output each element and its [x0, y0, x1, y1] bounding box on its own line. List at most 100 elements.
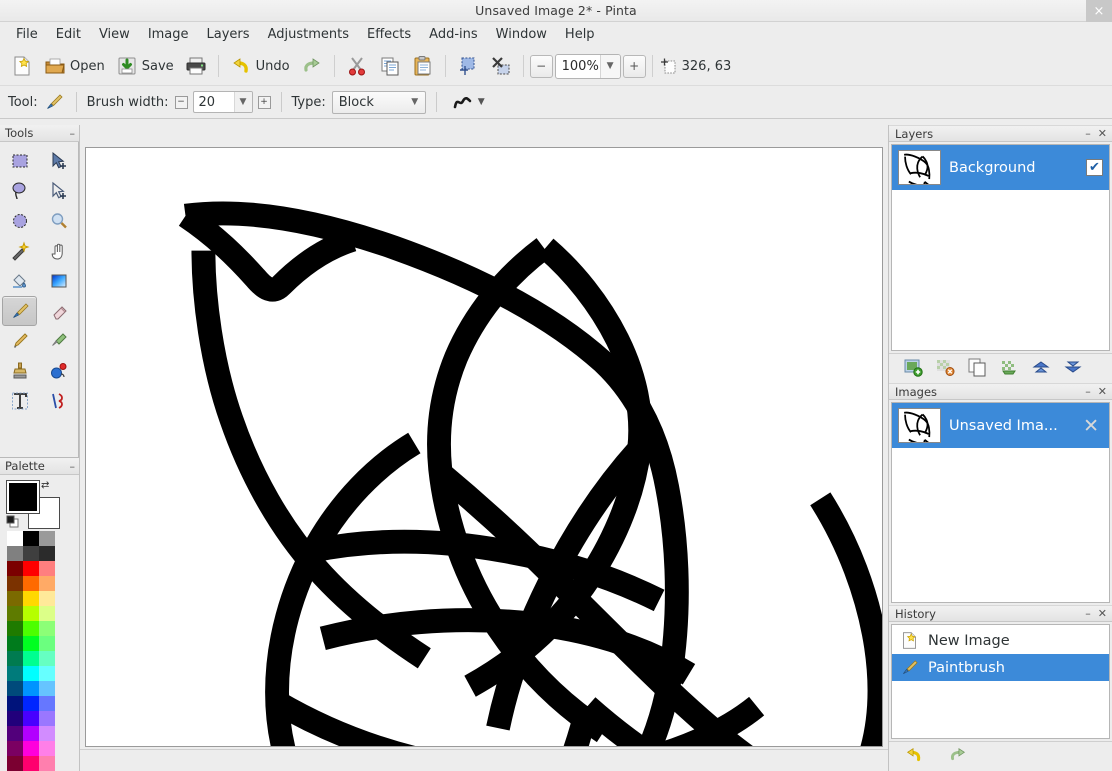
layers-list[interactable]: Background ✔ — [891, 144, 1110, 351]
brush-width-increase-button[interactable]: + — [257, 95, 271, 109]
move-layer-up-button[interactable] — [1031, 357, 1051, 381]
reset-colors-icon[interactable] — [6, 515, 19, 528]
tools-panel-minimize-button[interactable]: – — [70, 127, 76, 140]
paintbrush-tool[interactable] — [2, 296, 37, 326]
line-curve-tool[interactable] — [41, 386, 76, 416]
merge-layer-down-button[interactable] — [999, 357, 1019, 381]
menu-item-layers[interactable]: Layers — [198, 24, 259, 45]
history-undo-button[interactable] — [903, 745, 925, 769]
palette-swatch[interactable] — [39, 651, 55, 666]
palette-swatch[interactable] — [7, 726, 23, 741]
palette-swatch[interactable] — [39, 636, 55, 651]
brush-width-decrease-button[interactable]: − — [174, 95, 188, 109]
images-panel-minimize-button[interactable]: – — [1085, 385, 1091, 398]
palette-swatch[interactable] — [7, 576, 23, 591]
menu-item-effects[interactable]: Effects — [358, 24, 420, 45]
brush-width-stepper[interactable]: − 20 ▼ + — [174, 91, 271, 113]
palette-swatch[interactable] — [39, 756, 55, 771]
crop-to-selection-button[interactable] — [452, 51, 484, 81]
zoom-level-combo[interactable]: 100% ▼ — [554, 53, 621, 79]
history-list[interactable]: New Image Paintbrush — [891, 624, 1110, 739]
delete-layer-button[interactable] — [935, 357, 955, 381]
history-panel-close-button[interactable]: ✕ — [1098, 607, 1107, 620]
move-selection-tool[interactable] — [41, 176, 76, 206]
palette-swatch[interactable] — [7, 696, 23, 711]
palette-swatch[interactable] — [39, 591, 55, 606]
palette-swatch[interactable] — [23, 756, 39, 771]
pencil-tool[interactable] — [2, 326, 37, 356]
palette-swatch[interactable] — [39, 666, 55, 681]
palette-swatch[interactable] — [7, 651, 23, 666]
image-canvas[interactable] — [85, 147, 883, 747]
palette-swatch[interactable] — [23, 696, 39, 711]
chevron-down-icon[interactable]: ▼ — [405, 92, 425, 113]
palette-swatch[interactable] — [39, 561, 55, 576]
recolor-tool[interactable] — [41, 356, 76, 386]
history-row-new-image[interactable]: New Image — [892, 627, 1109, 654]
palette-swatch[interactable] — [7, 546, 23, 561]
history-redo-button[interactable] — [947, 745, 969, 769]
layer-visibility-checkbox[interactable]: ✔ — [1086, 159, 1103, 176]
palette-swatch[interactable] — [39, 711, 55, 726]
menu-item-adjustments[interactable]: Adjustments — [259, 24, 358, 45]
menu-item-addins[interactable]: Add-ins — [420, 24, 486, 45]
cut-button[interactable] — [341, 51, 373, 81]
eraser-tool[interactable] — [41, 296, 76, 326]
add-layer-button[interactable] — [903, 357, 923, 381]
canvas-area[interactable] — [80, 125, 888, 771]
palette-swatch[interactable] — [23, 666, 39, 681]
chevron-down-icon[interactable]: ▼ — [478, 97, 485, 107]
save-button[interactable]: Save — [111, 51, 179, 81]
undo-button[interactable]: Undo — [225, 51, 295, 81]
open-button[interactable]: Open — [39, 51, 110, 81]
new-image-button[interactable] — [6, 51, 38, 81]
zoom-in-button[interactable]: + — [622, 54, 646, 78]
palette-swatch[interactable] — [23, 726, 39, 741]
ellipse-select-tool[interactable] — [2, 206, 37, 236]
close-image-button[interactable]: ✕ — [1083, 415, 1103, 437]
paste-button[interactable] — [407, 51, 439, 81]
primary-color-swatch[interactable] — [6, 480, 40, 514]
palette-swatch[interactable] — [7, 636, 23, 651]
copy-button[interactable] — [374, 51, 406, 81]
palette-swatch[interactable] — [7, 591, 23, 606]
history-panel-minimize-button[interactable]: – — [1085, 607, 1091, 620]
redo-button[interactable] — [296, 51, 328, 81]
clone-stamp-tool[interactable] — [2, 356, 37, 386]
palette-swatch[interactable] — [39, 726, 55, 741]
palette-swatch[interactable] — [7, 756, 23, 771]
history-row-paintbrush[interactable]: Paintbrush — [892, 654, 1109, 681]
palette-swatch[interactable] — [39, 531, 55, 546]
brush-type-select[interactable]: Block ▼ — [331, 90, 426, 114]
palette-swatch[interactable] — [39, 741, 55, 756]
palette-swatch[interactable] — [7, 606, 23, 621]
menu-item-help[interactable]: Help — [556, 24, 604, 45]
pan-tool[interactable] — [41, 236, 76, 266]
palette-swatch[interactable] — [23, 576, 39, 591]
palette-swatch[interactable] — [7, 666, 23, 681]
palette-swatch[interactable] — [23, 681, 39, 696]
palette-swatch[interactable] — [39, 606, 55, 621]
menu-item-image[interactable]: Image — [139, 24, 198, 45]
palette-swatch[interactable] — [7, 621, 23, 636]
duplicate-layer-button[interactable] — [967, 357, 987, 381]
zoom-tool[interactable] — [41, 206, 76, 236]
palette-swatch[interactable] — [23, 711, 39, 726]
deselect-all-button[interactable] — [485, 51, 517, 81]
window-close-button[interactable]: × — [1086, 0, 1112, 22]
palette-swatch[interactable] — [23, 531, 39, 546]
palette-swatch[interactable] — [23, 636, 39, 651]
layers-panel-close-button[interactable]: ✕ — [1098, 127, 1107, 140]
lasso-select-tool[interactable] — [2, 176, 37, 206]
menu-item-window[interactable]: Window — [487, 24, 556, 45]
print-button[interactable] — [180, 51, 212, 81]
menu-item-file[interactable]: File — [7, 24, 47, 45]
zoom-out-button[interactable]: − — [529, 54, 553, 78]
magic-wand-tool[interactable] — [2, 236, 37, 266]
brush-width-input[interactable]: 20 ▼ — [192, 91, 253, 113]
text-tool[interactable] — [2, 386, 37, 416]
palette-swatch[interactable] — [23, 561, 39, 576]
palette-swatch[interactable] — [7, 741, 23, 756]
palette-panel-minimize-button[interactable]: – — [70, 460, 76, 473]
palette-swatch[interactable] — [39, 621, 55, 636]
